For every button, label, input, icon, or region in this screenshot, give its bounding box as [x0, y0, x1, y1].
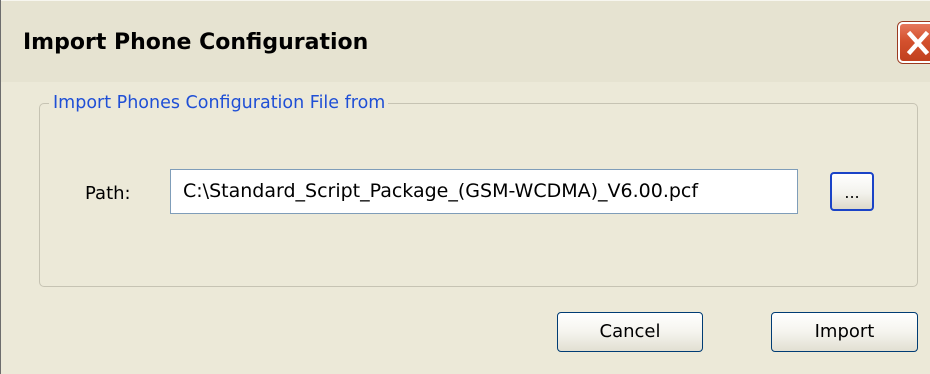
dialog-title: Import Phone Configuration: [23, 30, 369, 55]
path-label: Path:: [85, 183, 131, 204]
cancel-button[interactable]: Cancel: [557, 312, 703, 352]
path-input[interactable]: C:\Standard_Script_Package_(GSM-WCDMA)_V…: [170, 169, 798, 214]
group-legend: Import Phones Configuration File from: [49, 93, 389, 113]
import-phone-configuration-dialog: Import Phone Configuration Import Phones…: [0, 0, 930, 374]
title-bar[interactable]: Import Phone Configuration: [1, 0, 930, 82]
import-button[interactable]: Import: [771, 312, 918, 352]
close-button[interactable]: [898, 22, 930, 63]
browse-button[interactable]: ...: [830, 172, 874, 211]
close-icon: [906, 30, 930, 56]
